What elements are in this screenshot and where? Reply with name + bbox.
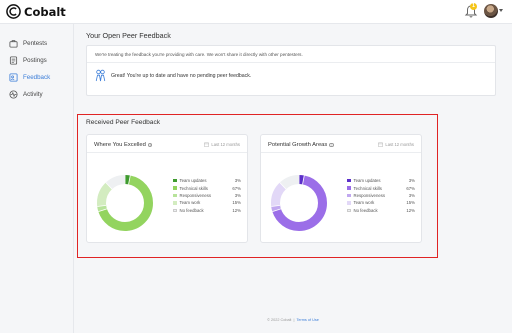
legend-value: 3% [234,178,241,184]
sidebar-item-pentests[interactable]: Pentests [0,36,73,50]
legend-swatch [173,178,177,183]
legend-label: Technical skills [179,185,208,191]
feedback-icon [9,72,18,82]
legend-item: Technical skills 67% [173,184,241,191]
copyright-text: © 2022 Cobalt [267,318,292,322]
sidebar-item-label: Pentests [23,39,48,47]
excelled-donut-chart [97,175,153,231]
sidebar-item-label: Feedback [23,73,51,81]
notification-badge: 1 [470,3,477,10]
growth-legend: Team updates 3% Technical skills 67% Respons… [347,177,415,214]
legend-swatch [173,201,177,205]
period-label: Last 12 months [385,142,414,147]
legend-value: 3% [234,192,241,198]
legend-swatch [347,201,351,205]
legend-value: 67% [406,185,415,191]
card-title: Where You Excelled i [94,142,153,148]
legend-value: 3% [408,178,415,184]
legend-swatch [347,193,351,198]
received-feedback-title: Received Peer Feedback [86,119,161,126]
sidebar-item-postings[interactable]: Postings [0,53,73,67]
cobalt-logo[interactable]: Cobalt [6,4,66,19]
calendar-icon [378,142,384,147]
excelled-legend: Team updates 3% Technical skills 67% Respons… [173,177,241,214]
legend-item: Team updates 3% [347,177,415,184]
legend-item: Responsiveness 3% [347,192,415,199]
card-title: Potential Growth Areas i [268,142,334,148]
legend-label: Technical skills [353,185,382,191]
people-icon [95,69,106,82]
excelled-card: Where You Excelled i Last 12 months Team… [86,134,248,243]
legend-label: Responsiveness [353,192,386,198]
sidebar-item-activity[interactable]: Activity [0,87,73,101]
legend-swatch [173,186,177,190]
legend-label: Team work [353,200,375,206]
legend-value: 3% [408,192,415,198]
legend-value: 12% [406,207,415,213]
sidebar: Pentests Postings Feedback Activity [0,24,74,333]
legend-swatch [347,186,351,190]
open-feedback-description: We're treating the feedback you're provi… [95,52,303,57]
avatar[interactable] [484,4,498,18]
divider [87,152,247,153]
legend-swatch [347,178,351,183]
legend-item: Responsiveness 3% [173,192,241,199]
terms-of-use-link[interactable]: Terms of Use [296,318,318,322]
excelled-title: Where You Excelled [94,142,146,148]
legend-item: Team work 15% [173,199,241,206]
sidebar-item-label: Activity [23,90,43,98]
open-feedback-title: Your Open Peer Feedback [86,31,171,40]
legend-label: No feedback [353,207,378,213]
legend-item: No feedback 12% [347,207,415,214]
legend-label: No feedback [179,207,204,213]
legend-swatch [173,208,177,212]
open-feedback-card: We're treating the feedback you're provi… [86,45,496,96]
period-filter[interactable]: Last 12 months [378,142,414,147]
pulse-icon [9,89,18,99]
chevron-down-icon[interactable] [499,9,503,12]
legend-value: 15% [406,200,415,206]
legend-item: Team updates 3% [173,177,241,184]
legend-label: Team updates [179,178,207,184]
legend-label: Responsiveness [179,192,212,198]
legend-item: Team work 15% [347,199,415,206]
legend-value: 15% [232,200,241,206]
info-icon[interactable]: i [147,142,153,148]
cobalt-logo-icon [6,4,21,19]
sidebar-item-label: Postings [23,56,47,64]
footer-separator: | [293,318,295,322]
app-name: Cobalt [24,4,66,19]
no-pending-feedback-message: Great! You're up to date and have no pen… [111,73,252,79]
info-icon[interactable]: i [329,142,334,148]
period-filter[interactable]: Last 12 months [204,142,240,147]
sidebar-item-feedback[interactable]: Feedback [0,70,73,84]
growth-title: Potential Growth Areas [268,142,328,148]
legend-label: Team work [179,200,201,206]
briefcase-icon [9,39,18,48]
growth-donut-chart [271,175,327,231]
legend-swatch [173,193,177,198]
legend-label: Team updates [353,178,381,184]
legend-item: Technical skills 67% [347,184,415,191]
legend-swatch [347,208,351,212]
divider [87,62,495,63]
calendar-icon [204,142,210,147]
footer: © 2022 Cobalt | Terms of Use [74,318,512,322]
top-bar: Cobalt 1 [0,0,512,24]
period-label: Last 12 months [211,142,240,147]
list-icon [9,55,18,65]
growth-card: Potential Growth Areas i Last 12 months … [260,134,422,243]
legend-item: No feedback 12% [173,207,241,214]
legend-value: 67% [232,185,241,191]
divider [261,152,421,153]
legend-value: 12% [232,207,241,213]
